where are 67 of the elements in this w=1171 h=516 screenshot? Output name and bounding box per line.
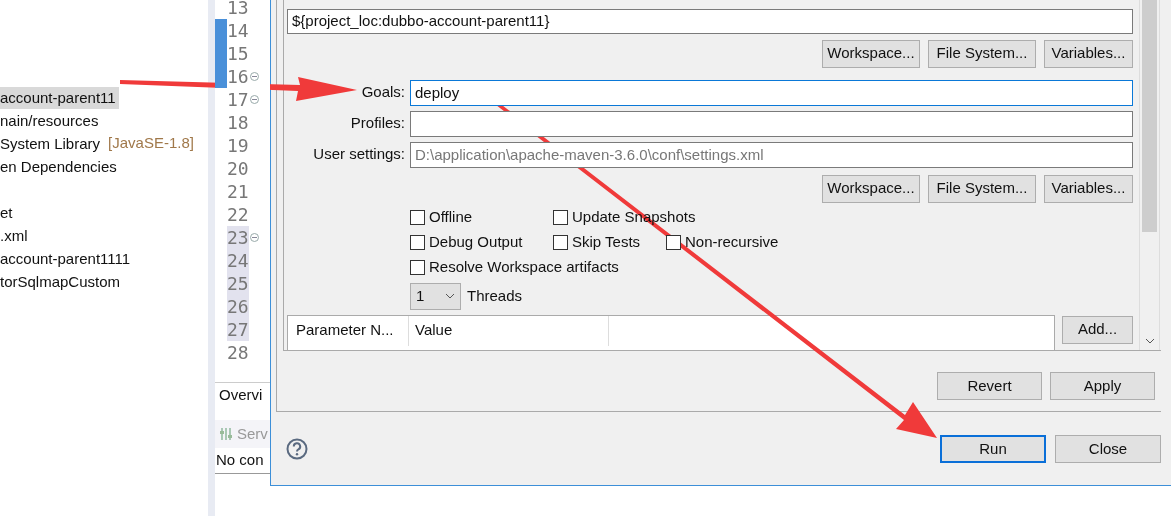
field-label: Goals: xyxy=(360,82,405,103)
tree-item[interactable]: en Dependencies xyxy=(0,155,120,178)
checkbox-label: Skip Tests xyxy=(572,232,641,253)
dialog-button[interactable]: Apply xyxy=(1050,372,1155,400)
line-number: 16 xyxy=(227,65,249,88)
dialog-button[interactable]: Variables... xyxy=(1044,39,1133,68)
dialog-button[interactable]: Add... xyxy=(1062,315,1133,344)
column-header[interactable]: Value xyxy=(409,315,609,346)
dialog-button[interactable]: File System... xyxy=(928,174,1036,203)
line-number: 15 xyxy=(227,42,249,65)
base-directory-field[interactable]: ${project_loc:dubbo-account-parent11} xyxy=(287,9,1133,34)
tree-item-decoration: [JavaSE-1.8] xyxy=(108,133,194,154)
line-number: 26 xyxy=(227,295,249,318)
line-number: 20 xyxy=(227,157,249,180)
editor-tab[interactable]: Overvi xyxy=(219,384,263,407)
tree-item[interactable]: nain/resources xyxy=(0,109,102,132)
servers-icon xyxy=(219,427,233,441)
field-label: User settings: xyxy=(312,144,405,165)
line-number: 19 xyxy=(227,134,249,157)
threads-dropdown[interactable]: 1 xyxy=(410,282,461,310)
dialog-button[interactable]: Revert xyxy=(937,372,1042,400)
default-button[interactable]: Run xyxy=(940,435,1046,463)
checkbox-label: Non-recursive xyxy=(685,232,779,253)
dialog-button[interactable]: Workspace... xyxy=(822,39,920,68)
text-field[interactable]: deploy xyxy=(410,79,1133,106)
field-label: Profiles: xyxy=(349,113,405,134)
line-number: 23 xyxy=(227,226,249,249)
help-icon[interactable] xyxy=(286,438,308,460)
dialog-button[interactable]: Workspace... xyxy=(822,174,920,203)
change-marker xyxy=(215,65,227,88)
line-number: 21 xyxy=(227,180,249,203)
threads-label: Threads xyxy=(467,285,523,306)
dialog-button[interactable]: Close xyxy=(1055,435,1161,463)
dialog-button[interactable]: Variables... xyxy=(1044,174,1133,203)
tree-item[interactable]: account-parent1111 xyxy=(0,247,134,270)
checkbox[interactable] xyxy=(410,210,425,225)
column-header[interactable]: Parameter N... xyxy=(288,315,409,346)
checkbox[interactable] xyxy=(553,235,568,250)
view-message: No con xyxy=(216,450,264,471)
checkbox[interactable] xyxy=(666,235,681,250)
chevron-down-icon xyxy=(445,293,455,299)
text-field[interactable] xyxy=(410,110,1133,137)
checkbox[interactable] xyxy=(410,235,425,250)
scroll-down-icon[interactable] xyxy=(1144,338,1155,344)
checkbox-label: Debug Output xyxy=(429,232,523,253)
dialog-button[interactable]: File System... xyxy=(928,39,1036,68)
line-number: 18 xyxy=(227,111,249,134)
tree-item[interactable]: torSqlmapCustom xyxy=(0,270,124,293)
tree-item[interactable]: account-parent11 xyxy=(0,86,119,109)
checkbox[interactable] xyxy=(410,260,425,275)
text-field[interactable]: D:\application\apache-maven-3.6.0\conf\settings.xml xyxy=(410,141,1133,168)
tree-item[interactable]: .xml xyxy=(0,224,31,247)
line-number: 25 xyxy=(227,272,249,295)
line-number: 13 xyxy=(227,0,249,19)
line-number: 17 xyxy=(227,88,249,111)
line-number: 28 xyxy=(227,341,249,364)
line-number: 14 xyxy=(227,19,249,42)
tree-item[interactable]: et xyxy=(0,201,16,224)
checkbox-label: Offline xyxy=(429,207,473,228)
tree-item[interactable]: System Library xyxy=(0,132,104,155)
scrollbar[interactable] xyxy=(1139,0,1160,350)
change-marker xyxy=(215,19,227,42)
checkbox-label: Resolve Workspace artifacts xyxy=(429,257,619,278)
line-number: 27 xyxy=(227,318,249,341)
line-number: 22 xyxy=(227,203,249,226)
checkbox[interactable] xyxy=(553,210,568,225)
line-number: 24 xyxy=(227,249,249,272)
